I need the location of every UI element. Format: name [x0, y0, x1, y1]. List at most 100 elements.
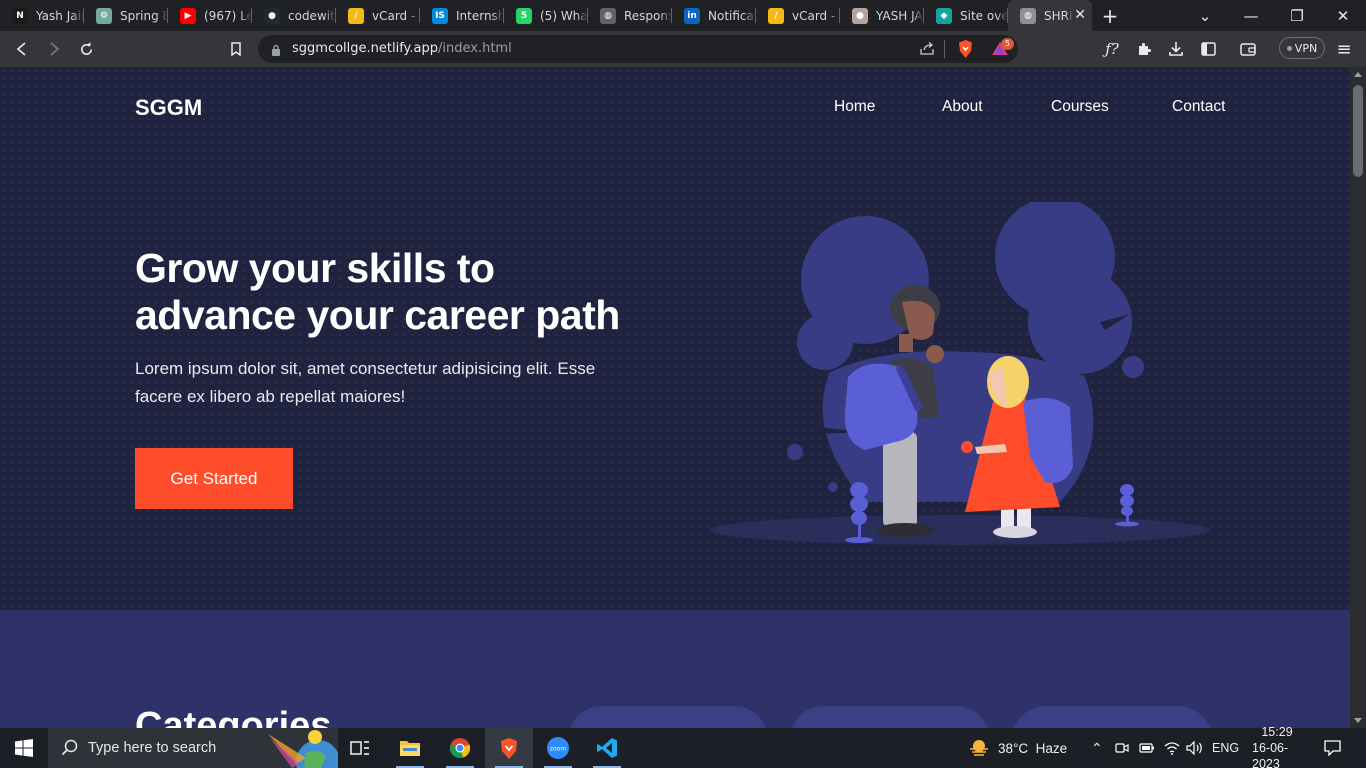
notifications-icon[interactable]	[1324, 728, 1341, 768]
wallet-icon[interactable]	[1235, 36, 1261, 62]
browser-tab[interactable]: / vCard - P	[756, 0, 840, 31]
clock-time: 15:29	[1261, 725, 1293, 739]
scrollbar-thumb[interactable]	[1353, 85, 1363, 177]
close-window-button[interactable]: ✕	[1320, 0, 1366, 31]
categories-title: Categories	[135, 705, 332, 728]
browser-tab[interactable]: ● codewith	[252, 0, 336, 31]
scroll-down-arrow[interactable]	[1354, 718, 1362, 723]
divider	[944, 40, 945, 58]
tab-title: (5) What	[540, 8, 588, 23]
menu-icon[interactable]: ≡	[1331, 36, 1357, 62]
downloads-icon[interactable]	[1163, 36, 1189, 62]
taskbar-search-box[interactable]: Type here to search	[48, 728, 340, 768]
clock-date: 16-06-2023	[1252, 741, 1289, 768]
nav-contact-link[interactable]: Contact	[1172, 98, 1225, 116]
zoom-app[interactable]: zoom	[534, 728, 582, 768]
vscode-app[interactable]	[583, 728, 631, 768]
clock[interactable]: 15:29 16-06-2023	[1252, 725, 1302, 768]
nav-about-link[interactable]: About	[942, 98, 983, 116]
tab-title: codewith	[288, 8, 336, 23]
globe-icon: ◍	[600, 7, 616, 24]
zoom-icon: zoom	[547, 737, 569, 759]
task-view-icon	[350, 741, 369, 755]
tab-search-icon[interactable]: ⌄	[1182, 0, 1228, 31]
tab-title: vCard - P	[792, 8, 840, 23]
browser-tab[interactable]: N Yash Jain	[0, 0, 84, 31]
vpn-button[interactable]: VPN	[1279, 37, 1325, 59]
extensions-icon[interactable]	[1131, 36, 1157, 62]
brave-shields-icon[interactable]	[957, 39, 974, 63]
svg-text:zoom: zoom	[550, 746, 566, 753]
show-hidden-icons-button[interactable]: ⌃	[1091, 728, 1103, 768]
haze-weather-icon	[970, 740, 988, 756]
windows-start-button[interactable]	[0, 728, 48, 768]
github-icon: ●	[264, 7, 280, 24]
maximize-button[interactable]: ❐	[1274, 0, 1320, 31]
tab-title: Notificat	[708, 8, 756, 23]
chrome-app[interactable]	[436, 728, 484, 768]
page-viewport: SGGM Home About Courses Contact Grow you…	[0, 67, 1350, 728]
share-icon[interactable]	[919, 41, 935, 60]
get-started-button[interactable]: Get Started	[135, 448, 293, 509]
browser-tab[interactable]: IS Internsha	[420, 0, 504, 31]
internshala-icon: IS	[432, 7, 448, 24]
tab-title: SHRI	[1044, 8, 1073, 23]
nav-home-link[interactable]: Home	[834, 98, 875, 116]
browser-tab[interactable]: 5 (5) What	[504, 0, 588, 31]
tab-title: Responsi	[624, 8, 672, 23]
lock-icon	[271, 42, 281, 61]
nav-courses-link[interactable]: Courses	[1051, 98, 1109, 116]
browser-tab[interactable]: ◆ Site over	[924, 0, 1008, 31]
vpn-status-dot	[1286, 45, 1292, 51]
browser-tab[interactable]: ● YASH JAI	[840, 0, 924, 31]
brave-app[interactable]	[485, 728, 533, 768]
browser-tab[interactable]: ▶ (967) Let	[168, 0, 252, 31]
scroll-up-arrow[interactable]	[1354, 72, 1362, 77]
page-scrollbar[interactable]	[1350, 67, 1366, 728]
new-tab-button[interactable]: +	[1092, 0, 1128, 31]
back-button[interactable]	[9, 36, 35, 62]
browser-tab[interactable]: ◍ Responsi	[588, 0, 672, 31]
browser-tab-active[interactable]: ◍ SHRI ✕	[1008, 0, 1092, 31]
browser-tab[interactable]: / vCard - P	[336, 0, 420, 31]
file-explorer-app[interactable]	[386, 728, 434, 768]
tab-title: vCard - P	[372, 8, 420, 23]
address-bar[interactable]: sggmcollge.netlify.app/index.html 5	[258, 35, 1018, 63]
rewards-badge: 5	[1001, 38, 1014, 50]
vpn-label: VPN	[1294, 41, 1318, 55]
category-card[interactable]	[568, 706, 768, 728]
reload-button[interactable]	[73, 36, 99, 62]
task-view-button[interactable]	[336, 728, 384, 768]
students-illustration	[710, 202, 1210, 545]
profile-icon: ●	[852, 7, 868, 24]
hero-headline-line-1: Grow your skills to	[135, 245, 495, 291]
tab-title: (967) Let	[204, 8, 252, 23]
sidebar-icon[interactable]	[1195, 36, 1221, 62]
wifi-icon[interactable]	[1164, 728, 1180, 768]
close-tab-icon[interactable]: ✕	[1074, 7, 1086, 23]
youtube-icon: ▶	[180, 7, 196, 24]
bookmark-icon[interactable]	[223, 36, 249, 62]
category-card[interactable]	[1012, 706, 1212, 728]
browser-tab[interactable]: ⚙ Spring Bo	[84, 0, 168, 31]
tab-title: Internsha	[456, 8, 504, 23]
site-logo[interactable]: SGGM	[135, 95, 202, 121]
weather-widget[interactable]: 38°C Haze	[968, 728, 1067, 768]
meet-now-icon[interactable]	[1115, 728, 1129, 768]
globe-icon: ◍	[1020, 7, 1036, 24]
netlify-icon: ◆	[936, 7, 952, 24]
input-language-indicator[interactable]: ENG	[1212, 728, 1239, 768]
battery-icon[interactable]	[1139, 728, 1155, 768]
forward-button[interactable]	[41, 36, 67, 62]
linkedin-icon: in	[684, 7, 700, 24]
tab-title: YASH JAI	[876, 8, 924, 23]
browser-tab[interactable]: in Notificat	[672, 0, 756, 31]
browser-toolbar: sggmcollge.netlify.app/index.html 5 ƒ? V…	[0, 31, 1366, 67]
formula-extension-icon[interactable]: ƒ?	[1099, 36, 1125, 62]
volume-icon[interactable]	[1186, 728, 1204, 768]
category-card[interactable]	[790, 706, 990, 728]
brave-icon	[501, 737, 517, 759]
whatsapp-icon: 5	[516, 7, 532, 24]
hero-headline-line-2: advance your career path	[135, 292, 620, 338]
minimize-button[interactable]: —	[1228, 0, 1274, 31]
